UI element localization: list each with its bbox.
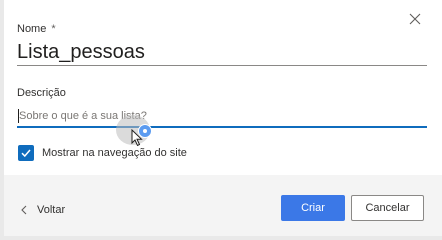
cancel-button[interactable]: Cancelar xyxy=(351,195,424,221)
name-input[interactable] xyxy=(17,40,427,66)
back-link[interactable]: Voltar xyxy=(20,204,65,216)
back-label: Voltar xyxy=(37,204,66,216)
name-label-text: Nome xyxy=(17,23,47,35)
text-caret xyxy=(18,109,19,123)
create-button[interactable]: Criar xyxy=(281,195,345,221)
close-icon[interactable] xyxy=(408,12,422,26)
required-mark: * xyxy=(51,23,56,35)
checkmark-icon xyxy=(21,149,31,158)
description-input[interactable] xyxy=(17,106,427,128)
show-in-navigation-label[interactable]: Mostrar na navegação do site xyxy=(42,147,187,159)
description-field-label: Descrição xyxy=(17,87,66,99)
name-field-label: Nome * xyxy=(17,23,56,35)
mouse-pointer-icon xyxy=(131,128,143,147)
create-list-dialog: Nome * Descrição Mostrar na navegação do… xyxy=(4,0,442,236)
show-in-navigation-checkbox[interactable] xyxy=(18,145,34,161)
chevron-left-icon xyxy=(20,205,28,215)
